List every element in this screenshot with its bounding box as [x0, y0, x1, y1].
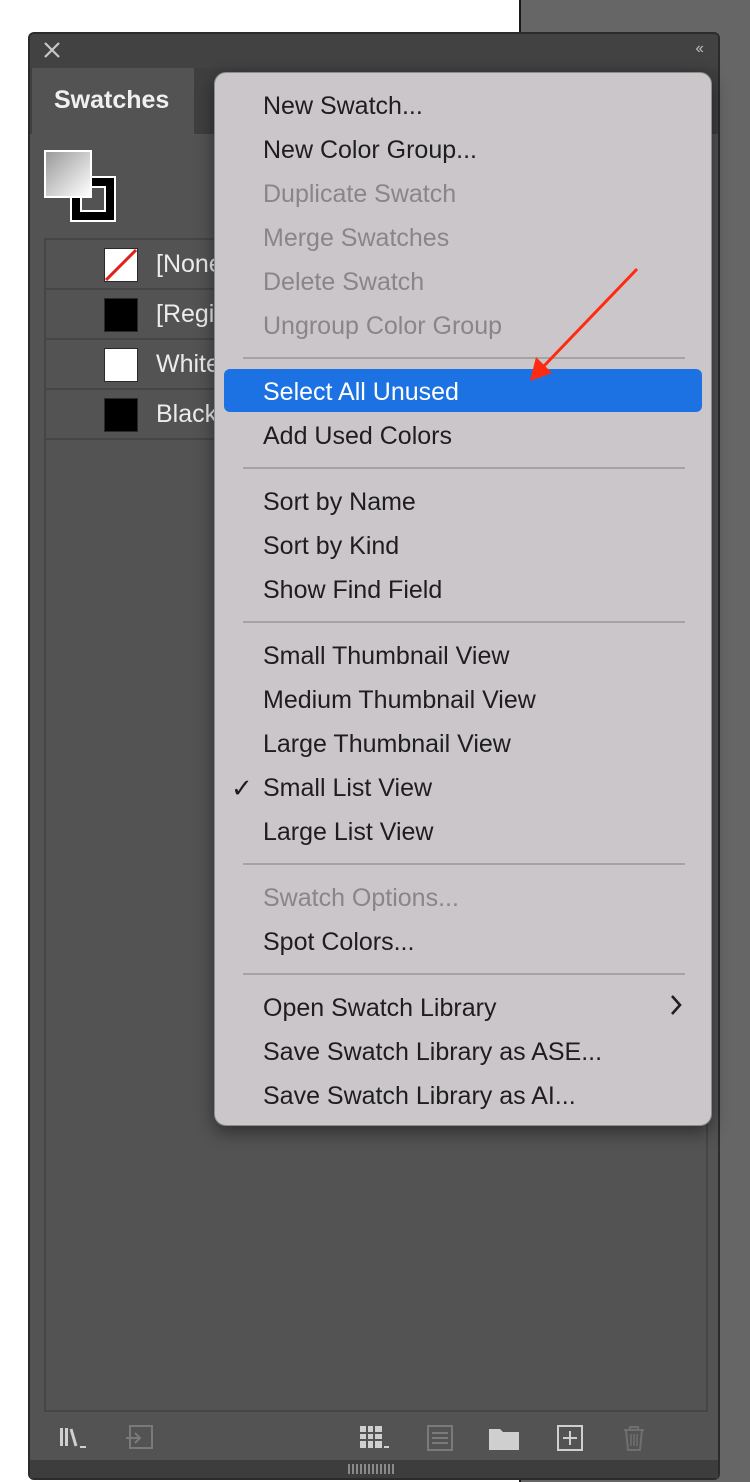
menu-item-open-swatch-library[interactable]: Open Swatch Library [263, 986, 496, 1030]
panel-flyout-menu: New Swatch... New Color Group... Duplica… [214, 72, 712, 1126]
menu-item-small-thumbnail-view[interactable]: Small Thumbnail View [263, 634, 509, 678]
menu-item-sort-by-kind[interactable]: Sort by Kind [263, 524, 399, 568]
swatch-name: Black [156, 400, 218, 428]
menu-item-select-all-unused[interactable]: Select All Unused [263, 370, 459, 414]
swatch-libraries-menu-icon[interactable] [56, 1420, 92, 1456]
menu-item-delete-swatch[interactable]: Delete Swatch [263, 260, 424, 304]
panel-bottom-toolbar [30, 1414, 718, 1466]
delete-swatch-trash-icon[interactable] [616, 1420, 652, 1456]
menu-item-small-list-view[interactable]: Small List View [263, 766, 432, 810]
none-swatch-chip [104, 248, 138, 282]
menu-item-duplicate-swatch[interactable]: Duplicate Swatch [263, 172, 456, 216]
new-color-group-folder-icon[interactable] [486, 1420, 522, 1456]
menu-separator [243, 467, 685, 469]
black-swatch-chip [104, 398, 138, 432]
collapse-panel-icon[interactable]: ‹‹ [695, 40, 704, 58]
menu-item-large-list-view[interactable]: Large List View [263, 810, 433, 854]
menu-item-sort-by-name[interactable]: Sort by Name [263, 480, 416, 524]
menu-separator [243, 973, 685, 975]
swatch-name: [Regi [156, 300, 215, 328]
menu-item-save-library-ase[interactable]: Save Swatch Library as ASE... [263, 1030, 602, 1074]
menu-item-new-color-group[interactable]: New Color Group... [263, 128, 477, 172]
fill-swatch[interactable] [44, 150, 92, 198]
menu-item-save-library-ai[interactable]: Save Swatch Library as AI... [263, 1074, 576, 1118]
swatch-options-icon[interactable] [422, 1420, 458, 1456]
menu-item-medium-thumbnail-view[interactable]: Medium Thumbnail View [263, 678, 536, 722]
canvas-white-area [0, 0, 28, 1482]
annotation-arrow-icon [530, 267, 639, 381]
panel-titlebar: ‹‹ [30, 34, 718, 68]
menu-item-merge-swatches[interactable]: Merge Swatches [263, 216, 449, 260]
white-swatch-chip [104, 348, 138, 382]
menu-item-show-find-field[interactable]: Show Find Field [263, 568, 442, 612]
panel-resize-grip[interactable] [30, 1460, 718, 1478]
new-swatch-icon[interactable] [552, 1420, 588, 1456]
place-swatch-icon[interactable] [122, 1420, 158, 1456]
menu-item-swatch-options[interactable]: Swatch Options... [263, 876, 459, 920]
swatch-name: [None [156, 250, 223, 278]
registration-swatch-chip [104, 298, 138, 332]
menu-separator [243, 863, 685, 865]
menu-item-add-used-colors[interactable]: Add Used Colors [263, 414, 452, 458]
menu-item-ungroup-color-group[interactable]: Ungroup Color Group [263, 304, 502, 348]
tab-swatches[interactable]: Swatches [32, 68, 194, 136]
menu-item-new-swatch[interactable]: New Swatch... [263, 84, 423, 128]
menu-item-large-thumbnail-view[interactable]: Large Thumbnail View [263, 722, 511, 766]
checkmark-icon: ✓ [231, 773, 253, 803]
show-swatch-kinds-icon[interactable] [356, 1420, 392, 1456]
menu-separator [243, 621, 685, 623]
chevron-right-icon [671, 995, 682, 1015]
menu-item-spot-colors[interactable]: Spot Colors... [263, 920, 414, 964]
swatch-name: White [156, 350, 220, 378]
close-icon[interactable] [40, 38, 64, 62]
fill-stroke-widget[interactable] [44, 150, 120, 226]
